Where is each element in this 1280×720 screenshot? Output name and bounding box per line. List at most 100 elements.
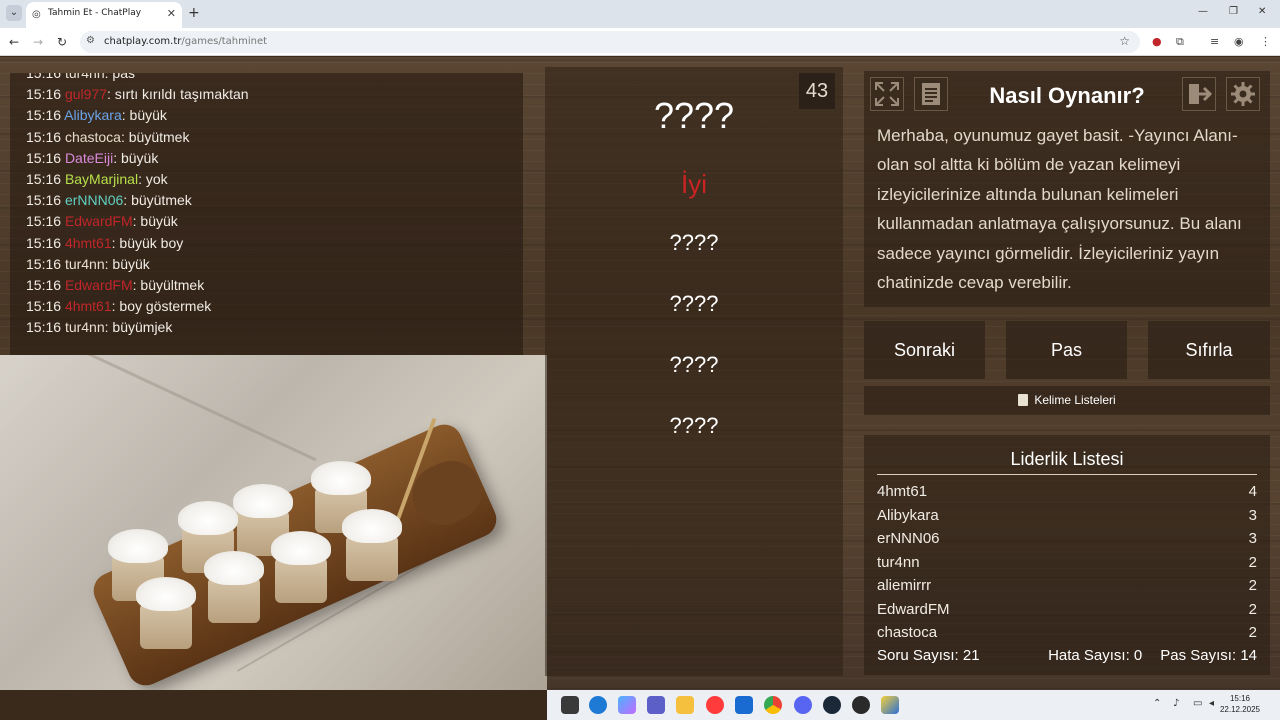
- gear-icon[interactable]: [1226, 77, 1260, 111]
- chat-message-text: : büyütmek: [123, 192, 192, 209]
- task-view-icon[interactable]: [561, 696, 579, 714]
- app-icon[interactable]: [881, 696, 899, 714]
- word-lists-label: Kelime Listeleri: [1034, 393, 1116, 407]
- chat-timestamp: 15:16: [26, 213, 62, 230]
- word-lists-button[interactable]: Kelime Listeleri: [864, 386, 1270, 415]
- chat-timestamp: 15:16: [26, 86, 62, 103]
- logout-icon[interactable]: [1182, 77, 1216, 111]
- reload-icon[interactable]: ↻: [57, 35, 67, 49]
- leaderboard-panel: Liderlik Listesi 4hmt61 4 Alibykara 3 erNNN0…: [864, 435, 1270, 675]
- windows-taskbar: ⌃ ♪ ▭ ◂ 15:16 22.12.2025: [547, 690, 1280, 720]
- chat-username[interactable]: 4hmt61: [65, 235, 112, 251]
- next-button[interactable]: Sonraki: [864, 321, 985, 379]
- streamer-camera-image: [0, 355, 547, 690]
- taboo-word: ????: [669, 230, 719, 255]
- chat-messages: 15:16 tur4nn: pas 15:16 gul977: sırtı kır…: [10, 73, 249, 340]
- leaderboard-row: Alibykara 3: [877, 507, 1257, 531]
- close-icon[interactable]: ✕: [167, 7, 176, 20]
- player-name: EdwardFM: [877, 600, 950, 618]
- chat-username[interactable]: tur4nn: [65, 256, 105, 272]
- chat-message-text: : büyütmek: [120, 128, 190, 145]
- bookmark-star-icon[interactable]: ☆: [1119, 34, 1130, 48]
- forward-icon[interactable]: →: [33, 35, 43, 49]
- chat-timestamp: 15:16: [26, 192, 62, 209]
- volume-icon[interactable]: ◂: [1209, 698, 1214, 709]
- word-panel: 43 ???? İyi ???? ???? ???? ????: [545, 67, 843, 676]
- file-explorer-icon[interactable]: [676, 696, 694, 714]
- window-close-icon[interactable]: ✕: [1258, 6, 1266, 17]
- chat-username[interactable]: 4hmt61: [65, 298, 112, 314]
- player-name: Alibykara: [877, 506, 939, 524]
- opera-extension-icon[interactable]: ●: [1152, 35, 1162, 48]
- tray-chevron-icon[interactable]: ⌃: [1153, 698, 1161, 709]
- player-score: 4: [1248, 483, 1257, 500]
- chat-username[interactable]: DateEiji: [65, 150, 113, 166]
- discord-icon[interactable]: [794, 696, 812, 714]
- network-icon[interactable]: ▭: [1193, 698, 1202, 709]
- chrome-icon[interactable]: [764, 696, 782, 714]
- chat-username[interactable]: tur4nn: [65, 73, 105, 81]
- browser-toolbar: ← → ↻ ⚙ chatplay.com.tr/games/tahminet ☆…: [0, 28, 1280, 56]
- profile-avatar-icon[interactable]: ◉: [1234, 35, 1244, 48]
- leaderboard-row: aliemirrr 2: [877, 577, 1257, 601]
- browser-tab[interactable]: ◎ Tahmin Et - ChatPlay ✕: [26, 2, 182, 28]
- chat-username[interactable]: chastoca: [65, 129, 121, 145]
- url-text: chatplay.com.tr/games/tahminet: [104, 36, 268, 47]
- chat-timestamp: 15:16: [26, 128, 62, 145]
- chat-username[interactable]: Alibykara: [64, 107, 122, 123]
- teams-icon[interactable]: [647, 696, 665, 714]
- restore-icon[interactable]: ❐: [1229, 6, 1238, 17]
- tab-search-button[interactable]: ⌄: [6, 5, 22, 21]
- chat-message-text: : yok: [138, 170, 168, 187]
- more-menu-icon[interactable]: ⋮: [1260, 35, 1271, 48]
- dessert: [342, 509, 402, 581]
- player-score: 2: [1248, 624, 1257, 639]
- chat-message: 15:16 chastoca: büyütmek: [10, 129, 249, 150]
- pass-count: Pas Sayısı: 14: [1160, 647, 1257, 664]
- chat-message: 15:16 gul977: sırtı kırıldı taşımaktan: [10, 86, 249, 107]
- chat-message: 15:16 EdwardFM: büyük: [10, 213, 249, 234]
- steam-icon[interactable]: [823, 696, 841, 714]
- how-to-play-panel: Nasıl Oynanır? Merhaba, oyunumuz gayet b…: [864, 71, 1270, 307]
- player-score: 3: [1248, 530, 1257, 547]
- microphone-icon[interactable]: ♪: [1173, 698, 1179, 709]
- hint-word: İyi: [681, 169, 707, 199]
- chat-timestamp: 15:16: [26, 255, 62, 272]
- player-score: 2: [1248, 600, 1257, 618]
- chat-username[interactable]: EdwardFM: [65, 277, 133, 293]
- back-icon[interactable]: ←: [9, 35, 19, 49]
- taboo-word: ????: [669, 413, 719, 438]
- address-bar[interactable]: ⚙ chatplay.com.tr/games/tahminet ☆: [80, 31, 1140, 53]
- copilot-icon[interactable]: [618, 696, 636, 714]
- dessert: [204, 551, 264, 623]
- obs-icon[interactable]: [852, 696, 870, 714]
- chat-username[interactable]: BayMarjinal: [65, 171, 138, 187]
- pass-button[interactable]: Pas: [1006, 321, 1127, 379]
- site-info-icon[interactable]: ⚙: [86, 35, 95, 46]
- store-icon[interactable]: [735, 696, 753, 714]
- chat-username[interactable]: gul977: [65, 86, 107, 102]
- minimize-icon[interactable]: —: [1198, 6, 1208, 17]
- edge-icon[interactable]: [589, 696, 607, 714]
- chat-message: 15:16 DateEiji: büyük: [10, 150, 249, 171]
- leaderboard-row: tur4nn 2: [877, 554, 1257, 578]
- system-clock[interactable]: 15:16 22.12.2025: [1220, 693, 1260, 715]
- new-tab-button[interactable]: +: [188, 5, 200, 21]
- chat-message: 15:16 EdwardFM: büyültmek: [10, 277, 249, 298]
- chat-message: 15:16 Alibykara: büyük: [10, 107, 249, 128]
- taboo-word: ????: [669, 291, 719, 316]
- chat-message: 15:16 tur4nn: büyümjek: [10, 319, 249, 340]
- error-count: Hata Sayısı: 0: [1048, 647, 1143, 664]
- chat-message: 15:16 tur4nn: pas: [10, 73, 249, 86]
- opera-icon[interactable]: [706, 696, 724, 714]
- chat-username[interactable]: erNNN06: [65, 192, 123, 208]
- chat-timestamp: 15:16: [26, 298, 62, 315]
- extensions-icon[interactable]: ⧉: [1176, 35, 1184, 49]
- chat-username[interactable]: EdwardFM: [65, 213, 133, 229]
- chat-username[interactable]: tur4nn: [65, 319, 105, 335]
- reset-button[interactable]: Sıfırla: [1148, 321, 1270, 379]
- chat-message: 15:16 tur4nn: büyük: [10, 256, 249, 277]
- leaderboard-row: 4hmt61 4: [877, 483, 1257, 507]
- media-icon[interactable]: ≡: [1210, 35, 1219, 48]
- chat-message-text: : büyük: [132, 213, 178, 230]
